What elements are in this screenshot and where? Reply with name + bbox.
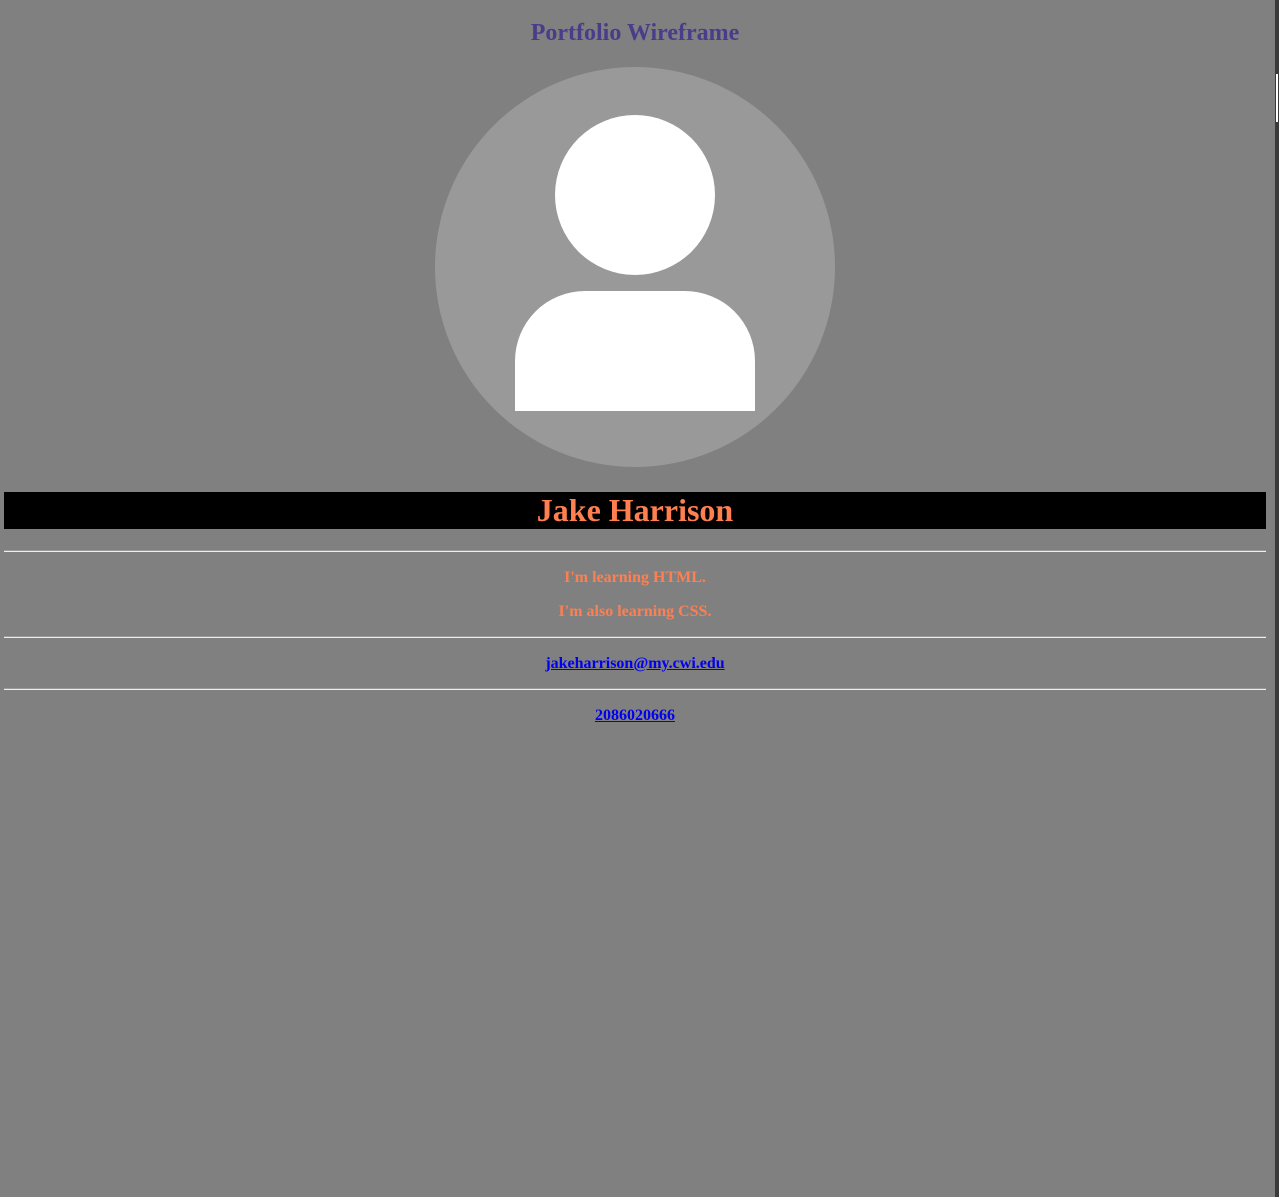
about-line-html: I'm learning HTML. [564,569,706,586]
scrollbar-thumb[interactable] [1276,74,1278,122]
divider [4,688,1266,690]
divider [4,550,1266,552]
scrollbar[interactable] [1275,0,1279,1197]
about-line-css: I'm also learning CSS. [558,603,712,620]
profile-name: Jake Harrison [4,492,1266,529]
user-silhouette-icon [435,67,835,467]
page-title: Portfolio Wireframe [530,20,740,46]
avatar-head [555,115,715,275]
email-link[interactable]: jakeharrison@my.cwi.edu [545,655,724,672]
avatar [435,67,835,467]
email-row: jakeharrison@my.cwi.edu [0,654,1270,674]
divider [4,636,1266,638]
phone-row: 2086020666 [0,706,1270,726]
phone-link[interactable]: 2086020666 [595,707,675,724]
avatar-body [515,291,755,411]
